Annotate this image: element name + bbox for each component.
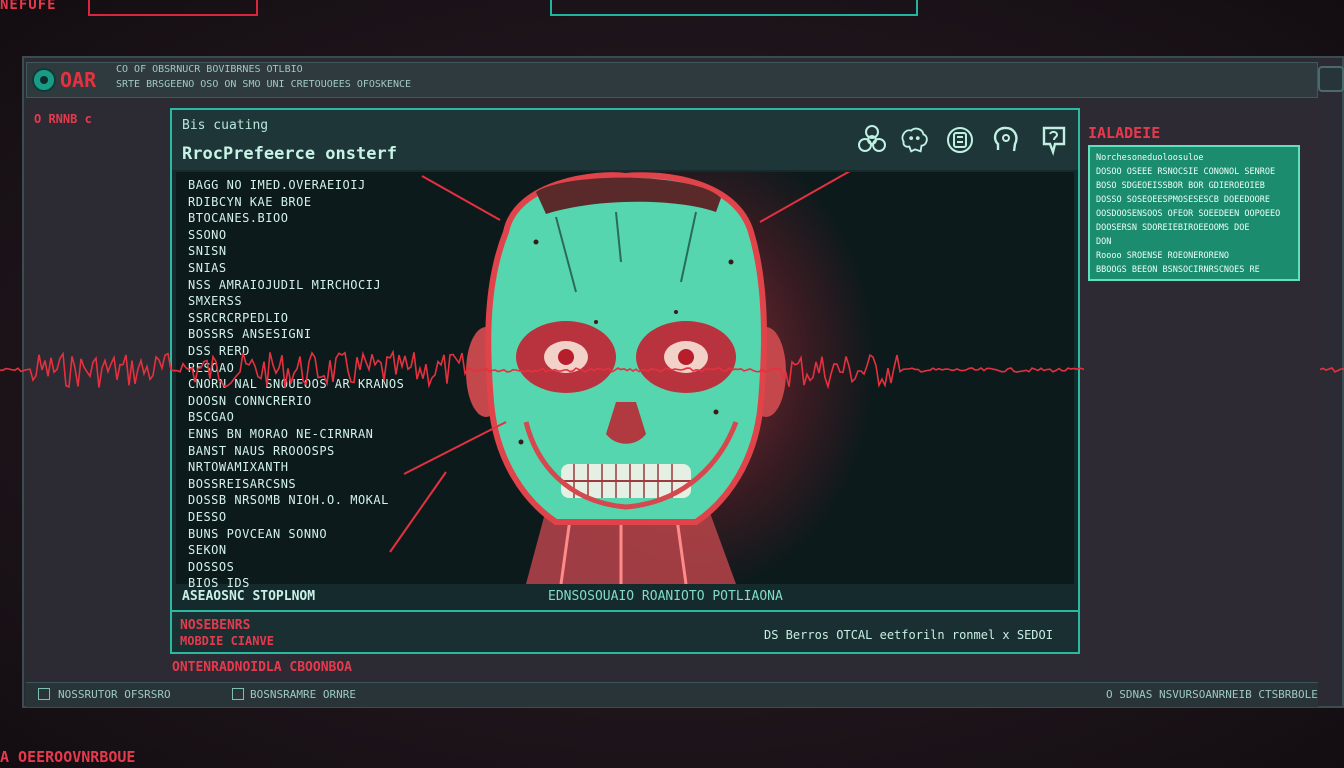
info-line: DOOSERSN SDOREIEBIROEEOOMS DOE: [1096, 223, 1250, 233]
scan-data-line: NSS AMRAIOJUDIL MIRCHOCIJ: [188, 277, 382, 292]
right-sidebar-header: IALADEIE: [1088, 124, 1161, 142]
scan-data-line: SEKON: [188, 543, 227, 558]
app-name: OAR: [60, 68, 97, 92]
scan-data-line: DOSSB NRSOMB NIOH.O. MOKAL: [188, 493, 389, 508]
top-teal-frame: [550, 0, 918, 16]
left-sidebar-header: O RNNB c: [34, 112, 92, 126]
chip-icon[interactable]: [944, 124, 976, 156]
info-line: DON: [1096, 237, 1112, 247]
scan-data-line: SNISN: [188, 244, 227, 259]
scan-data-line: SSONO: [188, 227, 227, 242]
status-left[interactable]: NOSSRUTOR OFSRSRO: [58, 688, 171, 701]
panel-subtitle: Bis cuating: [182, 118, 269, 133]
footer-alert-2: MOBDIE CIANVE: [180, 634, 274, 648]
folder-icon[interactable]: [38, 688, 50, 700]
info-line: Roooo SROENSE ROEONERORENO: [1096, 251, 1230, 261]
scan-data-line: DESSO: [188, 510, 227, 524]
scan-data-line: BAGG NO IMED.OVERAEIOIJ: [188, 178, 366, 192]
info-line: Norchesoneduoloosuloe: [1096, 153, 1204, 163]
brain-icon[interactable]: [898, 124, 930, 156]
info-line: DOSSO SOSEOEESPMOSESESCB DOEEDOORE: [1096, 195, 1270, 205]
scan-data-line: RDIBCYN KAE BROE: [188, 194, 312, 209]
viewport-footer-left: ASEAOSNC STOPLNOM: [182, 589, 316, 604]
info-line: BBOOGS BEEON BSNSOCIRNRSCNOES RE: [1096, 265, 1260, 275]
scan-data-line: SSRCRCRPEDLIO: [188, 310, 289, 325]
file-icon[interactable]: [232, 688, 244, 700]
top-left-label: NEFUFE: [0, 0, 57, 13]
info-line: BOSO SDGEOEISSBOR BOR GDIEROEOIEB: [1096, 181, 1265, 191]
info-line: OOSDOOSENSOOS OFEOR SOEEDEEN OOPOEEO: [1096, 209, 1281, 219]
window-menu-icon[interactable]: [1318, 66, 1344, 92]
status-right: O SDNAS NSVURSOANRNEIB CTSBRBOLE: [1106, 688, 1318, 701]
viewport-footer-center: EDNSOSOUAIO ROANIOTO POTLIAONA: [548, 589, 783, 604]
info-line: DOSOO OSEEE RSNOCSIE CONONOL SENROE: [1096, 167, 1276, 177]
title-line-1: CO OF OBSRNUCR BOVIBRNES OTLBIO: [116, 64, 303, 75]
top-red-frame: [88, 0, 258, 16]
footer-alert-1: NOSEBENRS: [180, 618, 251, 633]
head-profile-icon[interactable]: [990, 124, 1022, 156]
footer-status-text: DS Berros OTCAL eetforiln ronmel x SEDOI: [764, 628, 1053, 642]
scan-data-line: SNIAS: [188, 261, 227, 275]
under-panel-label: ONTENRADNOIDLA CBOONBOA: [172, 660, 353, 675]
scan-data-line: BOSSREISARCSNS: [188, 476, 297, 491]
scan-data-line: NRTOWAMIXANTH: [188, 460, 289, 475]
title-line-2: SRTE BRSGEENO OSO ON SMO UNI CRETOUOEES …: [116, 79, 412, 90]
scan-data-line: BTOCANES.BIOO: [188, 211, 289, 226]
scan-data-line: BANST NAUS RROOOSPS: [188, 443, 335, 458]
panel-title: RrocPrefeerce onsterf: [182, 144, 397, 164]
scan-data-line: DOSSOS: [188, 559, 235, 574]
bottom-left-label: A OEEROOVNRBOUE: [0, 748, 136, 766]
status-middle[interactable]: BOSNSRAMRE ORNRE: [250, 688, 356, 701]
scan-data-line: ENNS BN MORAO NE-CIRNRAN: [188, 427, 374, 441]
scan-data-line: BSCGAO: [188, 410, 235, 425]
scan-data-line: BUNS POVCEAN SONNO: [188, 526, 328, 541]
scan-data-line: SMXERSS: [188, 294, 243, 309]
biohazard-icon[interactable]: [856, 124, 888, 156]
tag-icon[interactable]: [1038, 124, 1070, 157]
info-panel: Norchesoneduoloosuloe DOSOO OSEEE RSNOCS…: [1088, 145, 1300, 281]
app-logo-icon[interactable]: [32, 68, 56, 92]
